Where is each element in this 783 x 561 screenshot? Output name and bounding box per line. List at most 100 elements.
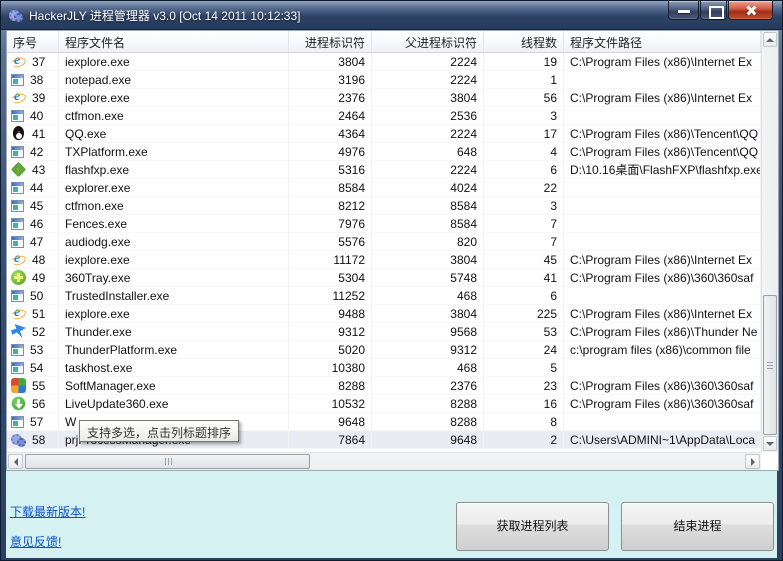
process-path	[564, 233, 761, 251]
winapp-icon	[11, 218, 24, 230]
thread-count: 53	[484, 323, 564, 341]
process-path	[564, 197, 761, 215]
table-row[interactable]: 37iexplore.exe3804222419C:\Program Files…	[7, 53, 761, 71]
table-row[interactable]: 44explorer.exe8584402422	[7, 179, 761, 197]
parent-process-id: 3804	[372, 305, 484, 323]
row-number-cell: 58	[7, 431, 59, 449]
end-process-button[interactable]: 结束进程	[621, 502, 774, 551]
column-header-3[interactable]: 父进程标识符	[372, 31, 484, 52]
column-header-4[interactable]: 线程数	[484, 31, 564, 52]
parent-process-id: 2376	[372, 377, 484, 395]
table-row[interactable]: 54taskhost.exe103804685	[7, 359, 761, 377]
process-name: SoftManager.exe	[59, 377, 289, 395]
ie-icon	[11, 90, 26, 105]
row-number: 51	[32, 305, 45, 323]
table-row[interactable]: 49360Tray.exe5304574841C:\Program Files …	[7, 269, 761, 287]
parent-process-id: 468	[372, 359, 484, 377]
row-number-cell: 41	[7, 125, 59, 143]
process-name: TrustedInstaller.exe	[59, 287, 289, 305]
thread-count: 3	[484, 197, 564, 215]
get-process-list-button[interactable]: 获取进程列表	[456, 502, 609, 551]
thumb-grip	[168, 458, 169, 465]
table-row[interactable]: 56LiveUpdate360.exe10532828816C:\Program…	[7, 395, 761, 413]
process-id: 9312	[289, 323, 372, 341]
table-row[interactable]: 48iexplore.exe11172380445C:\Program File…	[7, 251, 761, 269]
maximize-button[interactable]	[700, 1, 727, 20]
table-row[interactable]: 41QQ.exe4364222417C:\Program Files (x86)…	[7, 125, 761, 143]
thread-count: 7	[484, 215, 564, 233]
process-id: 10532	[289, 395, 372, 413]
table-row[interactable]: 42TXPlatform.exe49766484C:\Program Files…	[7, 143, 761, 161]
vertical-scroll-thumb[interactable]	[763, 295, 777, 435]
horizontal-scrollbar[interactable]	[7, 452, 761, 470]
parent-process-id: 3804	[372, 251, 484, 269]
parent-process-id: 468	[372, 287, 484, 305]
table-row[interactable]: 55SoftManager.exe8288237623C:\Program Fi…	[7, 377, 761, 395]
process-name: Thunder.exe	[59, 323, 289, 341]
table-row[interactable]: 47audiodg.exe55768207	[7, 233, 761, 251]
process-name: notepad.exe	[59, 71, 289, 89]
scroll-down-button[interactable]	[763, 436, 777, 451]
table-row[interactable]: 39iexplore.exe2376380456C:\Program Files…	[7, 89, 761, 107]
table-row[interactable]: 40ctfmon.exe246425363	[7, 107, 761, 125]
process-id: 4976	[289, 143, 372, 161]
scroll-right-button[interactable]	[745, 454, 760, 469]
winapp-icon	[11, 344, 24, 356]
process-name: Fences.exe	[59, 215, 289, 233]
process-id: 5304	[289, 269, 372, 287]
row-number: 44	[30, 179, 43, 197]
softmgr-icon	[11, 378, 26, 393]
process-path: C:\Program Files (x86)\Tencent\QQ	[564, 143, 761, 161]
download-latest-link[interactable]: 下载最新版本!	[10, 503, 85, 520]
titlebar: HackerJLY 进程管理器 v3.0 [Oct 14 2011 10:12:…	[1, 1, 782, 30]
row-number: 53	[30, 341, 43, 359]
row-number-cell: 54	[7, 359, 59, 377]
minimize-button[interactable]	[668, 1, 699, 20]
column-header-1[interactable]: 程序文件名	[59, 31, 289, 52]
thumb-grip	[767, 365, 773, 366]
parent-process-id: 8288	[372, 395, 484, 413]
process-id: 8288	[289, 377, 372, 395]
process-name: iexplore.exe	[59, 251, 289, 269]
thread-count: 6	[484, 287, 564, 305]
table-row[interactable]: 38notepad.exe319622241	[7, 71, 761, 89]
horizontal-scroll-thumb[interactable]	[25, 454, 310, 469]
process-id: 8584	[289, 179, 372, 197]
ie-icon	[11, 54, 26, 69]
table-row[interactable]: 51iexplore.exe94883804225C:\Program File…	[7, 305, 761, 323]
row-number: 42	[30, 143, 43, 161]
process-list: 序号程序文件名进程标识符父进程标识符线程数程序文件路径 37iexplore.e…	[6, 30, 779, 471]
row-number: 50	[30, 287, 43, 305]
column-header-2[interactable]: 进程标识符	[289, 31, 372, 52]
column-header-5[interactable]: 程序文件路径	[564, 31, 761, 52]
table-row[interactable]: 43flashfxp.exe531622246D:\10.16桌面\FlashF…	[7, 161, 761, 179]
parent-process-id: 9568	[372, 323, 484, 341]
vertical-scrollbar[interactable]	[761, 31, 778, 452]
row-number-cell: 48	[7, 251, 59, 269]
process-name: ThunderPlatform.exe	[59, 341, 289, 359]
table-row[interactable]: 53ThunderPlatform.exe5020931224c:\progra…	[7, 341, 761, 359]
process-path	[564, 287, 761, 305]
row-number-cell: 44	[7, 179, 59, 197]
process-id: 2464	[289, 107, 372, 125]
row-number: 56	[32, 395, 45, 413]
process-path	[564, 179, 761, 197]
process-path: D:\10.16桌面\FlashFXP\flashfxp.exe	[564, 161, 761, 179]
row-number: 49	[32, 269, 45, 287]
parent-process-id: 2224	[372, 53, 484, 71]
winapp-icon	[11, 362, 24, 374]
column-header-0[interactable]: 序号	[7, 31, 59, 52]
row-number: 38	[30, 71, 43, 89]
winapp-icon	[11, 290, 24, 302]
scroll-left-button[interactable]	[8, 454, 23, 469]
winapp-icon	[11, 416, 24, 428]
close-button[interactable]	[728, 1, 773, 20]
table-row[interactable]: 52Thunder.exe9312956853C:\Program Files …	[7, 323, 761, 341]
table-row[interactable]: 45ctfmon.exe821285843	[7, 197, 761, 215]
parent-process-id: 5748	[372, 269, 484, 287]
feedback-link[interactable]: 意见反馈!	[10, 533, 61, 550]
table-row[interactable]: 50TrustedInstaller.exe112524686	[7, 287, 761, 305]
scroll-up-button[interactable]	[763, 32, 777, 47]
thread-count: 41	[484, 269, 564, 287]
table-row[interactable]: 46Fences.exe797685847	[7, 215, 761, 233]
